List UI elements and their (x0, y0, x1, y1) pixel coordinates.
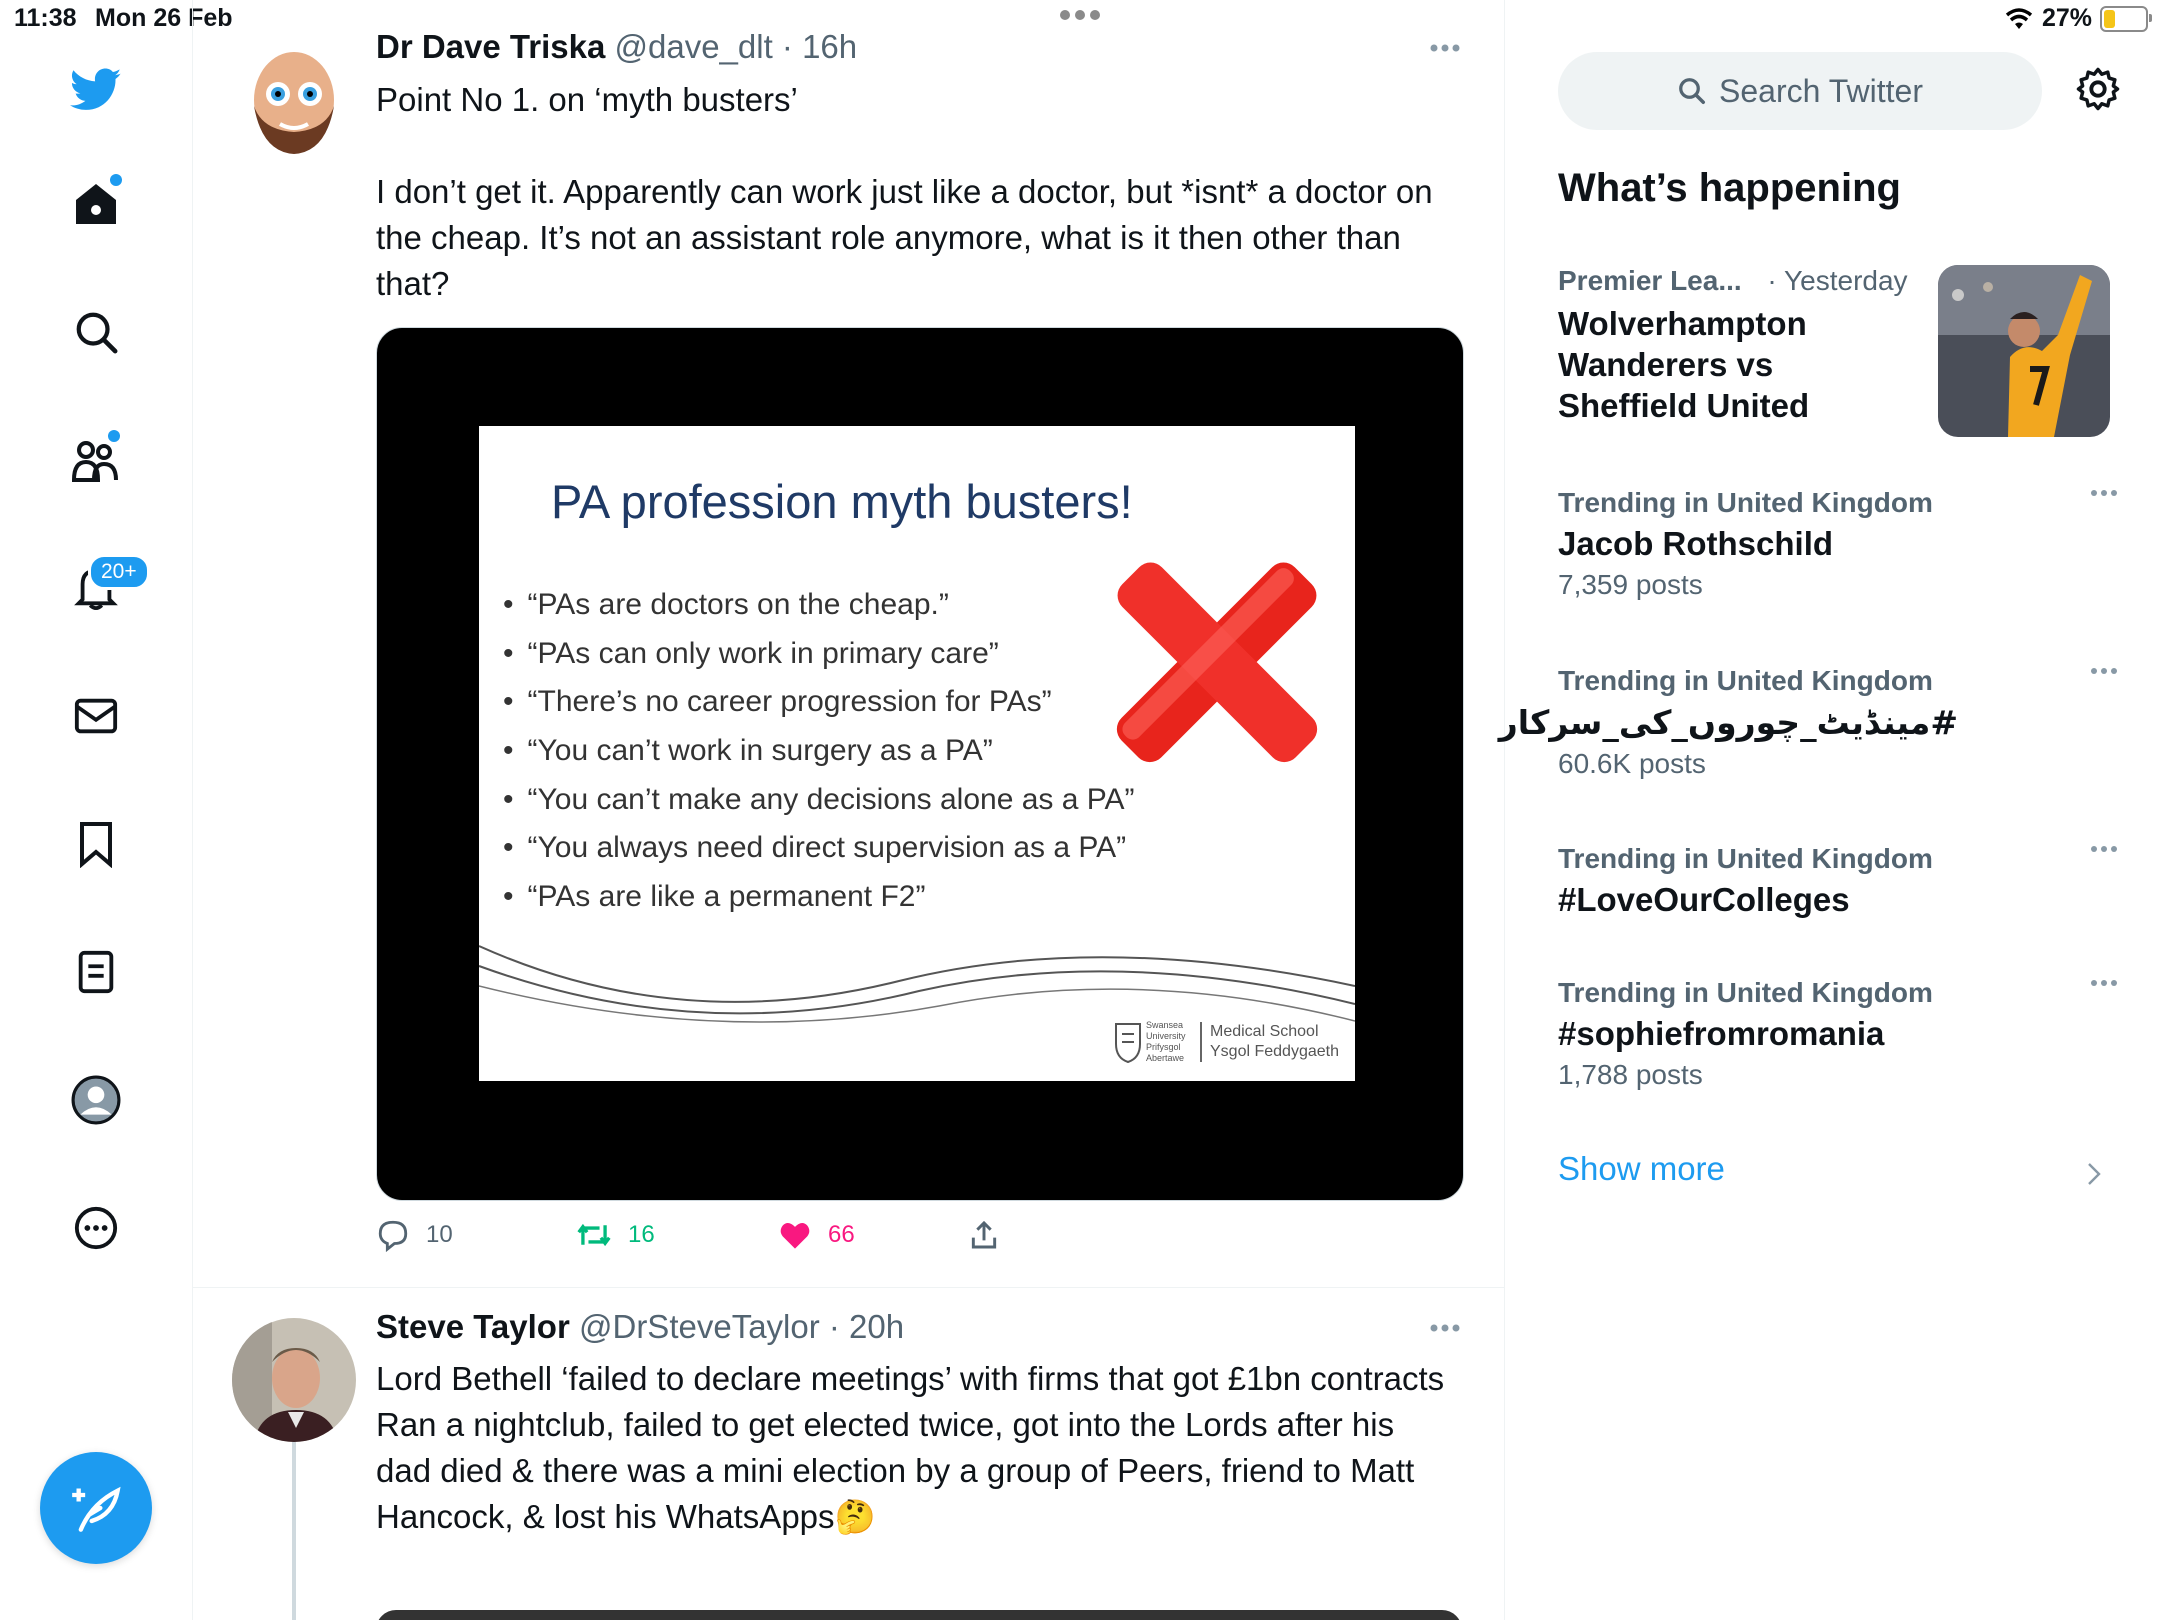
trend-category: Premier Lea... (1558, 265, 1742, 296)
trend-name: #LoveOurColleges (1558, 881, 1850, 918)
compose-tweet-button[interactable] (40, 1452, 152, 1564)
search-input[interactable]: Search Twitter (1558, 52, 2042, 130)
nav-bookmarks[interactable] (64, 812, 128, 876)
trend-more-icon[interactable] (2090, 667, 2118, 675)
tweet[interactable]: Dr Dave Triska @dave_dlt · 16h Point No … (192, 0, 1504, 1288)
trend-more-icon[interactable] (2090, 979, 2118, 987)
slide-bullet: “You can’t work in surgery as a PA” (503, 734, 1135, 783)
avatar-icon (71, 1075, 121, 1125)
home-icon (76, 184, 116, 224)
notifications-badge: 20+ (88, 554, 150, 590)
slide-bullets: “PAs are doctors on the cheap.” “PAs can… (503, 588, 1135, 929)
slide-bullet: “You can’t make any decisions alone as a… (503, 783, 1135, 832)
reply-count: 10 (426, 1221, 453, 1248)
trend-name: Jacob Rothschild (1558, 525, 1834, 562)
trend-name: #sophiefromromania (1558, 1015, 1885, 1052)
trend-post-count: 1,788 posts (1558, 1059, 1703, 1090)
communities-icon (71, 441, 118, 482)
tweet-media-image[interactable] (376, 1610, 1462, 1620)
slide-bullet: “PAs are like a permanent F2” (503, 880, 1135, 929)
reply-icon (378, 1220, 408, 1252)
tweet-actions: 10 16 66 (376, 1218, 1000, 1252)
slide: PA profession myth busters! “PAs are doc… (479, 426, 1355, 1081)
nav-profile[interactable] (64, 1068, 128, 1132)
share-button[interactable] (968, 1219, 1000, 1251)
slide-title: PA profession myth busters! (551, 475, 1133, 528)
whats-happening-title: What’s happening (1558, 166, 1901, 210)
trend-category: Trending in United Kingdom (1558, 977, 1933, 1008)
trend-item[interactable]: Trending in United Kingdom #مینڈیٹ_چوروں… (1498, 665, 2118, 780)
trend-item[interactable]: Trending in United Kingdom #sophiefromro… (1558, 977, 2118, 1091)
reply-button[interactable]: 10 (376, 1218, 576, 1252)
slide-bullet: “There’s no career progression for PAs” (503, 685, 1135, 734)
retweet-icon (577, 1223, 611, 1247)
twitter-logo-icon[interactable] (64, 58, 128, 122)
trend-thumbnail[interactable] (1938, 265, 2110, 437)
thread-line (292, 1438, 296, 1620)
retweet-button[interactable]: 16 (576, 1220, 778, 1250)
tweet-text: Point No 1. on ‘myth busters’ I don’t ge… (376, 81, 1433, 302)
nav-communities[interactable] (64, 428, 128, 492)
nav-lists[interactable] (64, 940, 128, 1004)
author-name[interactable]: Steve Taylor (376, 1308, 570, 1345)
show-more-link[interactable]: Show more (1558, 1150, 1725, 1188)
trend-name: #مینڈیٹ_چوروں_کی_سرکار (1498, 703, 1958, 742)
trend-more-icon[interactable] (2090, 845, 2118, 853)
logo-school-text-cy: Ysgol Feddygaeth (1210, 1043, 1339, 1060)
author-handle[interactable]: @dave_dlt (614, 28, 772, 65)
search-icon (76, 312, 118, 354)
retweet-count: 16 (628, 1221, 655, 1248)
trend-category: Trending in United Kingdom (1558, 665, 1933, 696)
compose-quill-icon (72, 1486, 121, 1532)
trend-category: Trending in United Kingdom (1558, 487, 1933, 518)
author-avatar[interactable] (232, 34, 356, 158)
tweet-text: Lord Bethell ‘failed to declare meetings… (376, 1360, 1445, 1535)
nav-explore[interactable] (64, 300, 128, 364)
swansea-logo: Swansea University Prifysgol Abertawe Me… (1114, 1020, 1339, 1064)
more-circle-icon (74, 1206, 118, 1250)
left-nav: 20+ (0, 0, 193, 1620)
trend-post-count: 7,359 posts (1558, 569, 1703, 600)
tweet[interactable]: Steve Taylor @DrSteveTaylor · 20h Lord B… (192, 1288, 1504, 1620)
nav-more[interactable] (64, 1196, 128, 1260)
author-name[interactable]: Dr Dave Triska (376, 28, 605, 65)
tweet-more-icon[interactable] (1430, 1324, 1460, 1332)
tweet-time[interactable]: 16h (802, 28, 857, 65)
search-icon (1679, 78, 1706, 104)
trend-post-count: 60.6K posts (1558, 748, 1706, 779)
share-icon (971, 1220, 997, 1249)
trend-item[interactable]: Trending in United Kingdom Jacob Rothsch… (1558, 487, 2118, 601)
list-icon (78, 950, 114, 994)
like-button[interactable]: 66 (778, 1220, 968, 1250)
chevron-right-icon[interactable] (2087, 1162, 2101, 1186)
trend-category: Trending in United Kingdom (1558, 843, 1933, 874)
logo-university-text: Swansea University Prifysgol Abertawe (1146, 1020, 1186, 1063)
timeline-feed: Dr Dave Triska @dave_dlt · 16h Point No … (192, 0, 1505, 1620)
heart-icon (780, 1223, 810, 1249)
tweet-header: Dr Dave Triska @dave_dlt · 16h (376, 28, 858, 65)
slide-bullet: “PAs can only work in primary care” (503, 637, 1135, 686)
tweet-media-image[interactable]: PA profession myth busters! “PAs are doc… (376, 327, 1464, 1201)
author-handle[interactable]: @DrSteveTaylor (579, 1308, 820, 1345)
bookmark-icon (80, 822, 112, 868)
like-count: 66 (828, 1221, 855, 1248)
trend-item[interactable]: Trending in United Kingdom #LoveOurColle… (1558, 843, 2118, 919)
slide-bullet: “PAs are doctors on the cheap.” (503, 588, 1135, 637)
settings-gear-icon[interactable] (2075, 66, 2121, 112)
trend-time: Yesterday (1784, 265, 1908, 296)
search-placeholder: Search Twitter (1719, 72, 1923, 109)
logo-school-text-en: Medical School (1210, 1023, 1319, 1040)
tweet-more-icon[interactable] (1430, 44, 1460, 52)
nav-home[interactable] (64, 172, 128, 236)
author-avatar[interactable] (232, 1318, 356, 1442)
envelope-icon (74, 698, 118, 734)
tweet-header: Steve Taylor @DrSteveTaylor · 20h (376, 1308, 905, 1345)
red-x-icon (1116, 562, 1318, 763)
slide-bullet: “You always need direct supervision as a… (503, 831, 1135, 880)
right-sidebar: Search Twitter What’s happening Premier … (1498, 0, 2160, 1620)
trend-more-icon[interactable] (2090, 489, 2118, 497)
nav-messages[interactable] (64, 684, 128, 748)
tweet-time[interactable]: 20h (849, 1308, 904, 1345)
trend-name: Wolverhampton Wanderers vs Sheffield Uni… (1558, 305, 1810, 424)
